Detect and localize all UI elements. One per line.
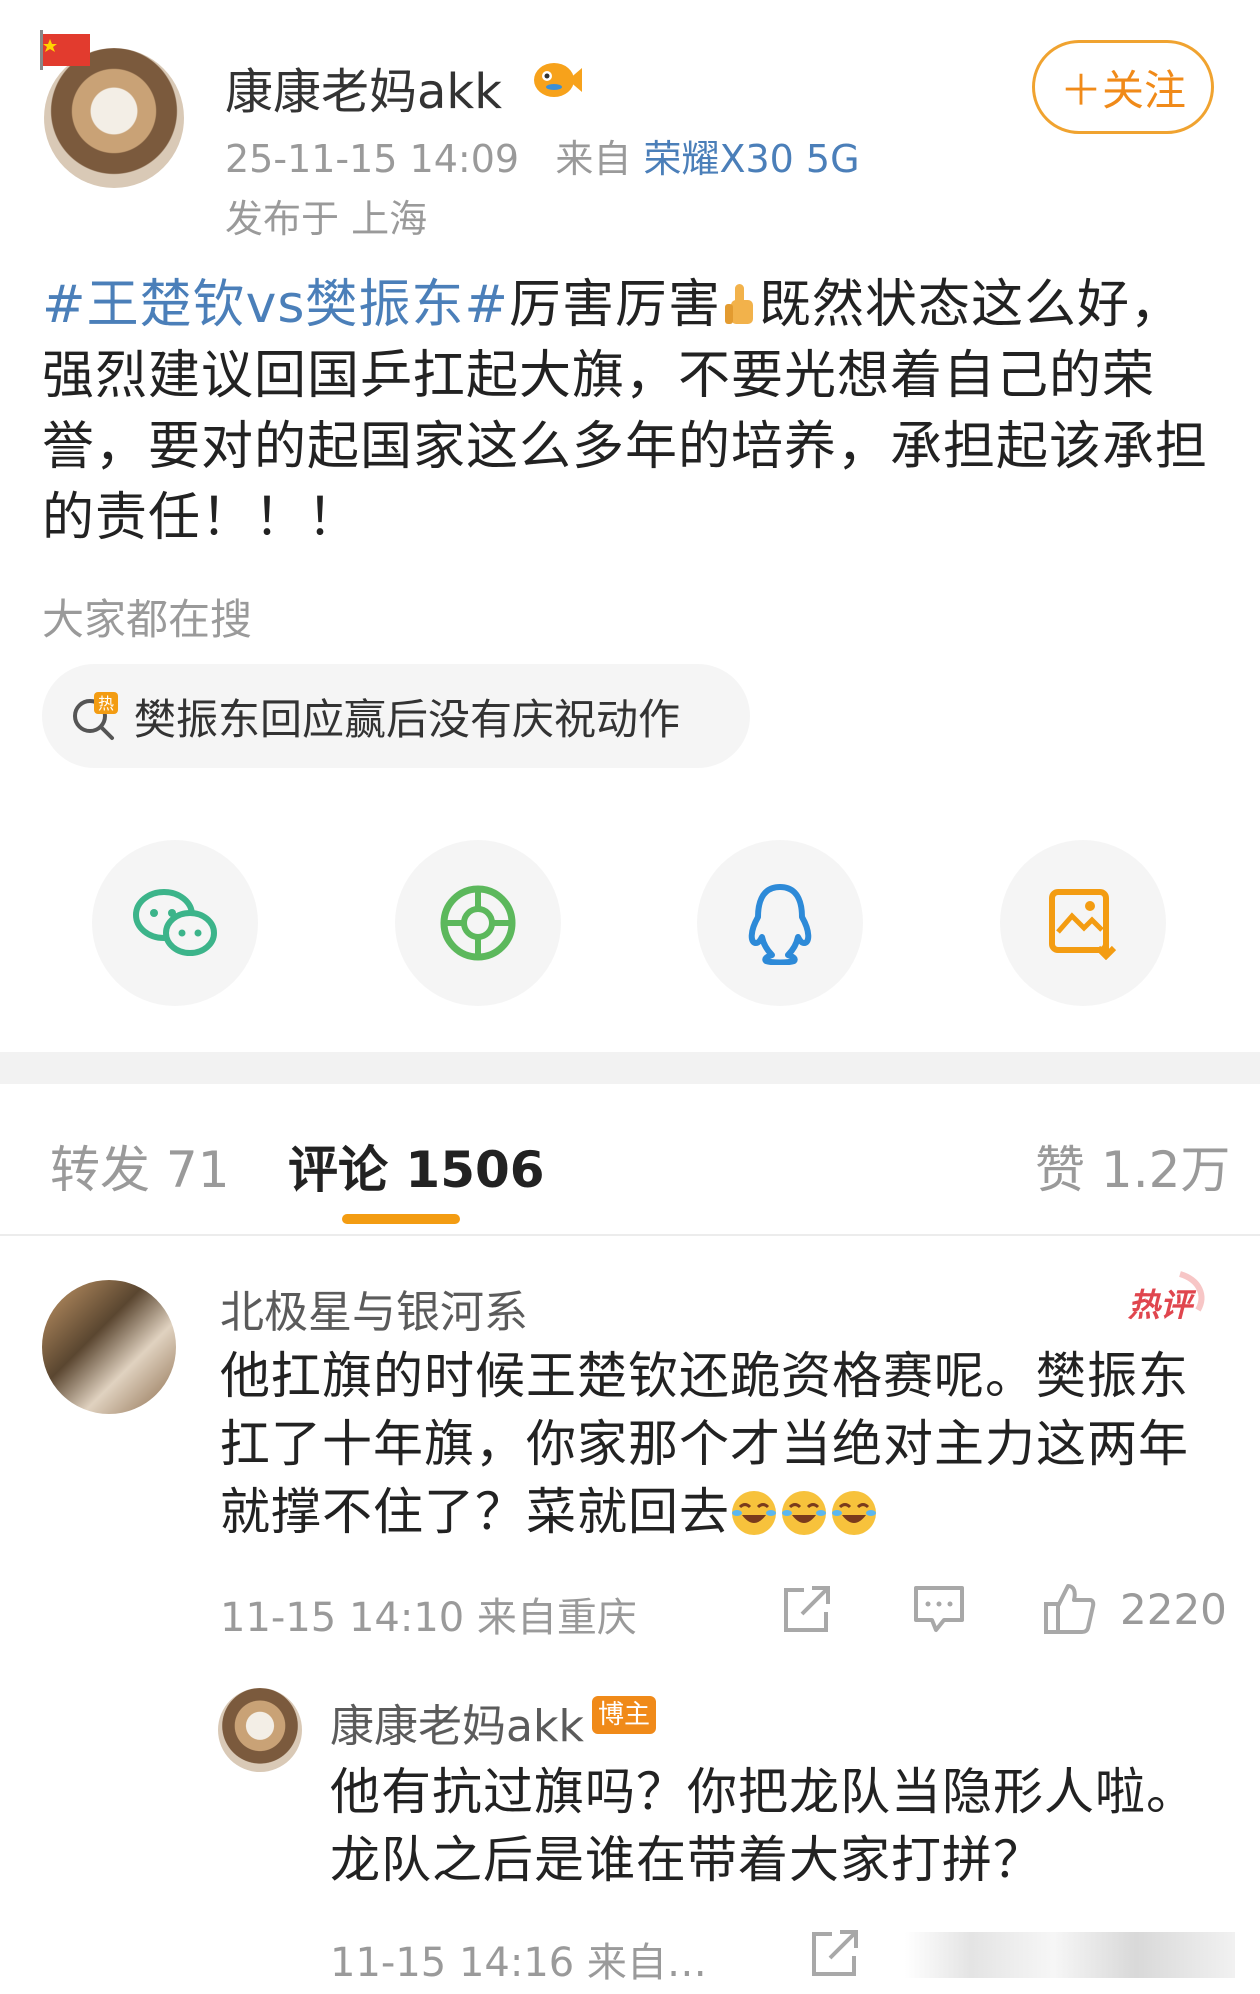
fan-badge-icon: [534, 63, 582, 97]
share-qq-button[interactable]: [697, 840, 863, 1006]
thumbs-up-emoji-icon: [725, 284, 754, 324]
section-divider: [0, 1052, 1260, 1084]
active-tab-indicator: [342, 1214, 460, 1224]
trending-search-item[interactable]: 热 樊振东回应赢后没有庆祝动作: [42, 664, 750, 768]
svg-text:热评: 热评: [1127, 1286, 1197, 1324]
svg-text:热: 热: [98, 694, 114, 713]
qq-icon: [748, 884, 812, 965]
comment-body: 他扛旗的时候王楚钦还跪资格赛呢。樊振东扛了十年旗，你家那个才当绝对主力这两年就撑…: [220, 1347, 1189, 1541]
hot-comment-badge: 热评: [1127, 1271, 1205, 1324]
hot-search-icon: 热: [73, 692, 118, 740]
post-meta: 25-11-15 14:09 来自 荣耀X30 5G: [225, 128, 860, 183]
post-text-a: 厉害厉害: [509, 275, 722, 335]
topic-tag-link[interactable]: #王楚钦vs樊振东#: [42, 275, 509, 335]
reply-text: 他有抗过旗吗？你把龙队当隐形人啦。龙队之后是谁在带着大家打拼？: [330, 1763, 1197, 1889]
like-count: 2220: [1120, 1585, 1227, 1634]
share-wechat-button[interactable]: [92, 840, 258, 1006]
save-image-button[interactable]: [1000, 840, 1166, 1006]
tab-repost[interactable]: 转发 71: [50, 1130, 230, 1202]
reply-author-name[interactable]: 康康老妈akk: [330, 1690, 584, 1754]
blurred-overlay: [905, 1932, 1235, 1978]
reply-avatar[interactable]: [218, 1688, 302, 1772]
tab-likes[interactable]: 赞 1.2万: [1035, 1130, 1230, 1202]
laugh-cry-emoji-icon: [732, 1491, 776, 1535]
post-content: #王楚钦vs樊振东#厉害厉害 既然状态这么好，强烈建议回国乒扛起大旗，不要光想着自…: [42, 270, 1232, 554]
china-flag-icon: [40, 30, 90, 70]
commenter-name[interactable]: 北极星与银河系: [220, 1276, 528, 1340]
from-label: 来自: [555, 137, 632, 181]
save-image-icon: [1049, 889, 1117, 960]
trending-search-text: 樊振东回应赢后没有庆祝动作: [134, 694, 681, 744]
laugh-cry-emoji-icon: [832, 1491, 876, 1535]
wechat-icon: [133, 889, 217, 956]
comment-meta: 11-15 14:10 来自重庆: [220, 1595, 637, 1641]
blogger-badge: 博主: [592, 1696, 657, 1734]
follow-button[interactable]: ＋关注: [1032, 40, 1214, 134]
trending-title: 大家都在搜: [42, 595, 253, 644]
reply-meta: 11-15 14:16 来自…: [330, 1940, 707, 1986]
post-time: 25-11-15 14:09: [225, 137, 520, 181]
share-icon[interactable]: [780, 1582, 834, 1636]
laugh-cry-emoji-icon: [782, 1491, 826, 1535]
comment-text: 他扛旗的时候王楚钦还跪资格赛呢。樊振东扛了十年旗，你家那个才当绝对主力这两年就撑…: [220, 1342, 1210, 1546]
author-name[interactable]: 康康老妈akk: [225, 52, 502, 122]
like-icon[interactable]: [1042, 1582, 1096, 1636]
commenter-avatar[interactable]: [42, 1280, 176, 1414]
reply-icon[interactable]: [912, 1582, 966, 1636]
share-moments-button[interactable]: [395, 840, 561, 1006]
moments-icon: [440, 885, 516, 961]
post-location: 发布于 上海: [225, 197, 428, 241]
tab-comments[interactable]: 评论 1506: [288, 1130, 545, 1202]
device-link[interactable]: 荣耀X30 5G: [643, 137, 859, 181]
reply-share-icon[interactable]: [808, 1926, 862, 1980]
tabs-divider: [0, 1234, 1260, 1236]
